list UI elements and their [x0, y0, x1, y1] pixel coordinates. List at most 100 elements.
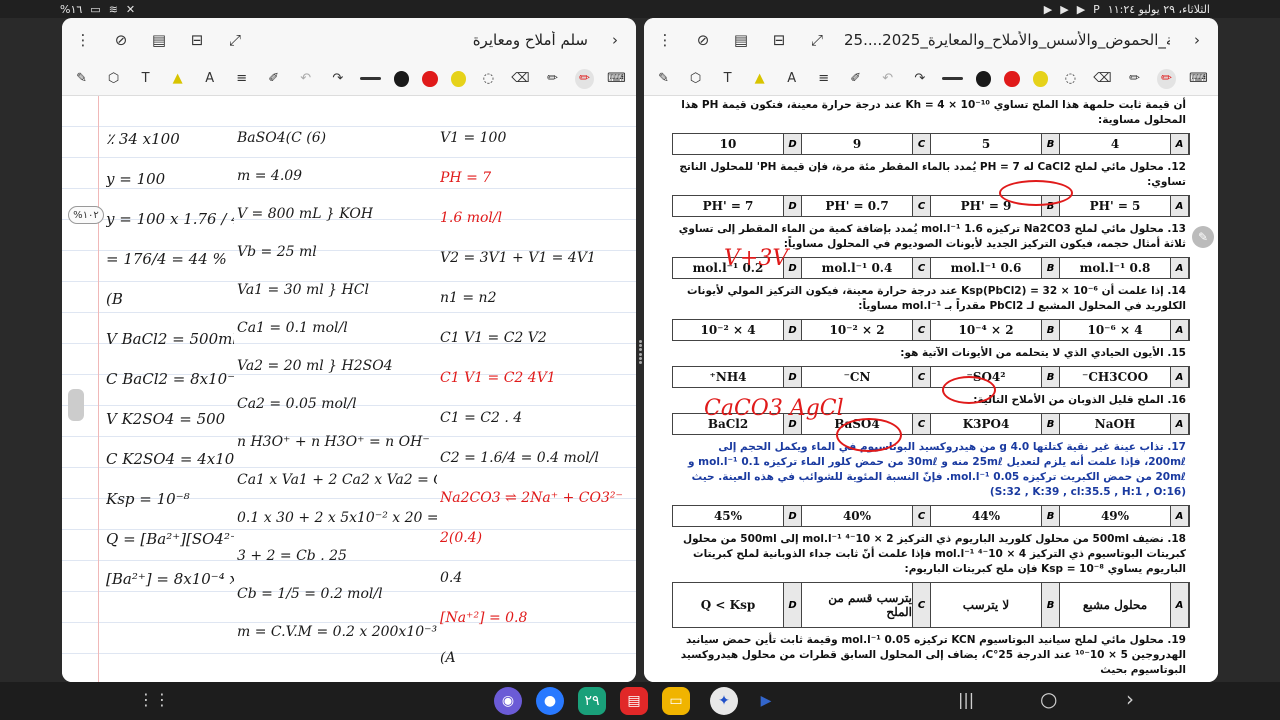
pdf-title: أتمتة_الحموض_والأسس_والأملاح_والمعايرة_2… — [844, 31, 1170, 49]
recent-apps-button[interactable]: ||| — [958, 690, 974, 709]
redo-icon[interactable]: ↷ — [328, 69, 347, 89]
option[interactable]: 5 — [931, 134, 1041, 154]
text-icon[interactable]: T — [136, 69, 155, 89]
lasso-icon[interactable]: ◌ — [479, 69, 498, 89]
option[interactable]: NH4⁺ — [673, 367, 783, 387]
handwritten-line: m = 4.09 — [237, 168, 303, 184]
option[interactable]: 10 — [673, 134, 783, 154]
option[interactable]: PH' = 7 — [673, 196, 783, 216]
color-red[interactable] — [422, 70, 438, 87]
handwritten-notes[interactable]: %١٠٢ ٪ 34 x100 y = 100 y = 100 x 1.76 / 4 =… — [62, 96, 636, 682]
text-tool-icon[interactable]: A — [200, 69, 219, 89]
eraser-icon[interactable]: ⌫ — [511, 69, 530, 89]
option[interactable]: 0.4 mol.l⁻¹ — [802, 258, 912, 278]
option[interactable]: 49% — [1060, 506, 1170, 526]
option[interactable]: 2 × 10⁻⁴ — [931, 320, 1041, 340]
option[interactable]: 40% — [802, 506, 912, 526]
option[interactable]: لا يترسب — [931, 583, 1041, 627]
color-yellow[interactable] — [1032, 70, 1048, 87]
draw-icon[interactable]: ✐ — [264, 69, 283, 89]
pen-mode-icon[interactable]: ✎ — [72, 69, 91, 89]
expand-icon[interactable]: ⤢ — [224, 29, 246, 51]
expand-icon[interactable]: ⤢ — [806, 29, 828, 51]
page-icon[interactable]: ▤ — [148, 29, 170, 51]
chrome-like-icon[interactable]: ✦ — [710, 687, 738, 715]
text-icon[interactable]: T — [718, 69, 737, 89]
messages-icon[interactable]: ● — [536, 687, 564, 715]
undo-icon[interactable]: ↶ — [296, 69, 315, 89]
stroke-width-icon[interactable] — [942, 77, 964, 80]
highlighter-icon[interactable]: ▲ — [750, 69, 769, 89]
option[interactable]: 45% — [673, 506, 783, 526]
option[interactable]: NaOH — [1060, 414, 1170, 434]
pen-red-icon[interactable]: ✏ — [1156, 68, 1176, 89]
flipboard-icon[interactable]: ▤ — [620, 687, 648, 715]
option[interactable]: 4 — [1060, 134, 1170, 154]
samsung-internet-icon[interactable]: ◉ — [494, 687, 522, 715]
edit-fab-icon[interactable]: ✎ — [1192, 226, 1214, 248]
lasso-icon[interactable]: ◌ — [1061, 69, 1080, 89]
option[interactable]: PH' = 5 — [1060, 196, 1170, 216]
option[interactable]: 2 × 10⁻² — [802, 320, 912, 340]
color-yellow[interactable] — [450, 70, 466, 87]
option[interactable]: K3PO4 — [931, 414, 1041, 434]
stroke-width-icon[interactable] — [360, 77, 382, 80]
undo-icon[interactable]: ↶ — [878, 69, 897, 89]
option[interactable]: 44% — [931, 506, 1041, 526]
book-icon[interactable]: ⊟ — [768, 29, 790, 51]
option[interactable]: 0.8 mol.l⁻¹ — [1060, 258, 1170, 278]
calendar-icon[interactable]: ٢٩ — [578, 687, 606, 715]
more-icon[interactable]: ⋮ — [654, 29, 676, 51]
pdf-page-view[interactable]: أن قيمة ثابت حلمهة هذا الملح تساوي Kh = … — [644, 96, 1218, 682]
option[interactable]: CN⁻ — [802, 367, 912, 387]
option[interactable]: 0.6 mol.l⁻¹ — [931, 258, 1041, 278]
app-drawer-icon[interactable]: ⋮⋮ — [138, 690, 170, 709]
option[interactable]: 9 — [802, 134, 912, 154]
keyboard-icon[interactable]: ⌨ — [607, 69, 626, 89]
back-button[interactable]: › — [1126, 687, 1134, 711]
option[interactable]: PH' = 0.7 — [802, 196, 912, 216]
draw-icon[interactable]: ✐ — [846, 69, 865, 89]
answer-circle-q12 — [999, 180, 1073, 206]
page-icon[interactable]: ▤ — [730, 29, 752, 51]
pen-red-icon[interactable]: ✏ — [574, 68, 594, 89]
keyboard-icon[interactable]: ⌨ — [1189, 69, 1208, 89]
handwritten-line: C1 V1 = C2 4V1 — [440, 370, 556, 386]
mute-icon: ✕ — [125, 3, 136, 16]
shapes-icon[interactable]: ⬡ — [686, 69, 705, 89]
back-chevron-icon[interactable]: › — [1186, 29, 1208, 51]
question-12: 12. محلول مائي لملح CaCl2 له PH = 7 يُمد… — [679, 161, 1186, 188]
more-icon[interactable]: ⋮ — [72, 29, 94, 51]
battery-text: %١٦ — [60, 3, 83, 16]
back-chevron-icon[interactable]: › — [604, 29, 626, 51]
highlighter-icon[interactable]: ▲ — [168, 69, 187, 89]
pen-icon[interactable]: ✏ — [1125, 69, 1144, 89]
text-tool-icon[interactable]: A — [782, 69, 801, 89]
pen-icon[interactable]: ✏ — [543, 69, 562, 89]
handwriting-icon[interactable]: ≡ — [232, 69, 251, 89]
scroll-handle[interactable] — [68, 389, 84, 421]
wifi-icon: ≋ — [108, 3, 118, 16]
color-black[interactable] — [394, 70, 410, 87]
handwriting-icon[interactable]: ≡ — [814, 69, 833, 89]
option[interactable]: يترسب قسم من الملح — [802, 583, 912, 627]
option[interactable]: CH3COO⁻ — [1060, 367, 1170, 387]
google-play-icon[interactable]: ▶ — [752, 687, 780, 715]
attach-icon[interactable]: ⊘ — [110, 29, 132, 51]
attach-icon[interactable]: ⊘ — [692, 29, 714, 51]
notes-icon[interactable]: ▭ — [662, 687, 690, 715]
eraser-icon[interactable]: ⌫ — [1093, 69, 1112, 89]
split-divider-handle[interactable] — [637, 340, 643, 364]
option[interactable]: Q < Ksp — [673, 583, 783, 627]
book-icon[interactable]: ⊟ — [186, 29, 208, 51]
shapes-icon[interactable]: ⬡ — [104, 69, 123, 89]
option[interactable]: 4 × 10⁻⁶ — [1060, 320, 1170, 340]
color-black[interactable] — [976, 70, 992, 87]
handwritten-line: V BaCl2 = 500ml — [106, 330, 234, 348]
pen-mode-icon[interactable]: ✎ — [654, 69, 673, 89]
home-button[interactable]: ○ — [1040, 687, 1057, 711]
option[interactable]: 4 × 10⁻² — [673, 320, 783, 340]
color-red[interactable] — [1004, 70, 1020, 87]
option[interactable]: محلول مشبع — [1060, 583, 1170, 627]
redo-icon[interactable]: ↷ — [910, 69, 929, 89]
